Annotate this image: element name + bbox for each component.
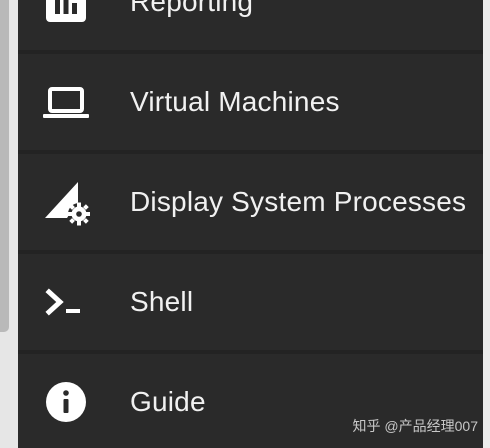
menu-item-reporting[interactable]: Reporting [18,0,483,54]
menu-item-label: Guide [130,386,206,417]
side-navigation-menu: Reporting Virtual Machines Display Syste… [18,0,483,448]
info-icon [42,378,90,426]
menu-item-display-system-processes[interactable]: Display System Processes [18,154,483,254]
menu-item-shell[interactable]: Shell [18,254,483,354]
menu-item-label: Display System Processes [130,186,467,217]
terminal-icon [42,278,90,326]
menu-item-label: Virtual Machines [130,86,340,117]
side-navigation-screen: Reporting Virtual Machines Display Syste… [0,0,490,448]
system-processes-icon [42,178,90,226]
left-panel-strip [0,0,18,448]
bar-chart-icon [42,0,90,26]
menu-item-virtual-machines[interactable]: Virtual Machines [18,54,483,154]
watermark-text: 知乎 @产品经理007 [352,418,478,434]
menu-item-label: Shell [130,286,194,317]
right-edge-strip [483,0,490,448]
laptop-icon [42,78,90,126]
scrollbar-thumb[interactable] [0,0,9,332]
menu-item-label: Reporting [130,0,254,17]
